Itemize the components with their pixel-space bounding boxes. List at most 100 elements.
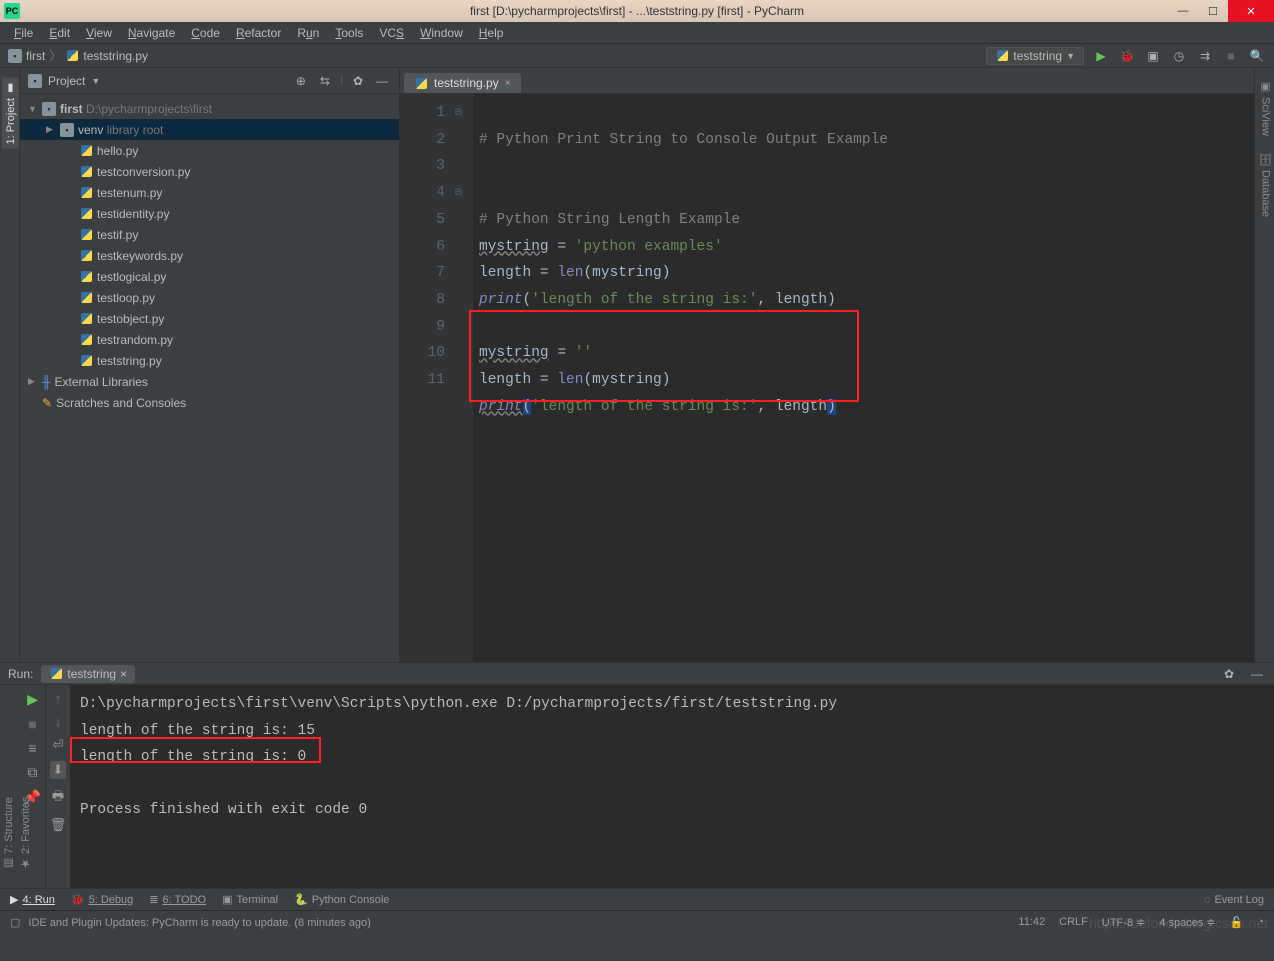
collapse-button[interactable]: ⇆ — [316, 72, 334, 90]
fold-gutter[interactable]: ⊟ ⊟ — [455, 94, 473, 662]
lock-icon[interactable]: 🔓 — [1230, 916, 1244, 929]
menu-refactor[interactable]: Refactor — [228, 24, 289, 42]
python-icon — [79, 291, 93, 305]
breadcrumb-project[interactable]: ▪first — [8, 49, 45, 63]
tree-scratches[interactable]: ✎Scratches and Consoles — [20, 392, 399, 413]
tree-file[interactable]: testidentity.py — [20, 203, 399, 224]
run-label: Run: — [8, 667, 33, 681]
debug-button[interactable]: 🐞 — [1118, 47, 1136, 65]
console-output[interactable]: D:\pycharmprojects\first\venv\Scripts\py… — [70, 685, 1274, 888]
run-button[interactable]: ▶ — [1092, 47, 1110, 65]
wrap-button[interactable]: ⏎ — [53, 737, 64, 753]
tree-file[interactable]: testif.py — [20, 224, 399, 245]
editor-tabstrip: teststring.py× — [400, 68, 1254, 94]
tree-file[interactable]: testenum.py — [20, 182, 399, 203]
menu-tools[interactable]: Tools — [327, 24, 371, 42]
stop-button[interactable]: ■ — [1222, 47, 1240, 65]
print-button[interactable]: 🖶 — [52, 787, 64, 809]
close-tab-icon[interactable]: × — [120, 667, 127, 681]
source[interactable]: # Python Print String to Console Output … — [473, 94, 1254, 662]
concurrency-button[interactable]: ⇉ — [1196, 47, 1214, 65]
python-icon — [65, 49, 79, 63]
editor: teststring.py× 1234567891011 ⊟ ⊟ # Pytho… — [400, 68, 1254, 662]
hide-button[interactable]: — — [373, 72, 391, 90]
line-gutter: 1234567891011 — [400, 94, 455, 662]
tree-file[interactable]: testconversion.py — [20, 161, 399, 182]
side-tab-structure[interactable]: ▤ 7: Structure — [0, 698, 17, 874]
hide-panel-icon[interactable]: — — [1248, 665, 1266, 683]
tab-debug[interactable]: 🐞 5: Debug — [71, 893, 133, 906]
tree-file[interactable]: testlogical.py — [20, 266, 399, 287]
status-message: IDE and Plugin Updates: PyCharm is ready… — [28, 917, 370, 929]
toolwin-settings-icon[interactable]: ✿ — [1220, 665, 1238, 683]
menu-navigate[interactable]: Navigate — [120, 24, 183, 42]
window-title: first [D:\pycharmprojects\first] - ...\t… — [470, 4, 804, 18]
maximize-button[interactable]: ☐ — [1198, 0, 1228, 22]
run-tab[interactable]: teststring× — [41, 665, 135, 683]
profile-button[interactable]: ◷ — [1170, 47, 1188, 65]
status-encoding[interactable]: UTF-8 ≑ — [1102, 916, 1145, 929]
menu-view[interactable]: View — [78, 24, 120, 42]
menu-help[interactable]: Help — [471, 24, 512, 42]
up-button[interactable]: ↑ — [55, 691, 62, 706]
tree-external-libs[interactable]: ▶╫External Libraries — [20, 371, 399, 392]
tree-file[interactable]: testloop.py — [20, 287, 399, 308]
tab-eventlog[interactable]: ◌ Event Log — [1204, 894, 1264, 906]
tree-file[interactable]: teststring.py — [20, 350, 399, 371]
scroll-button[interactable]: ⬇ — [50, 761, 67, 779]
status-indent[interactable]: 4 spaces ≑ — [1159, 916, 1215, 929]
annotation-box — [70, 737, 321, 763]
tab-todo[interactable]: ≣ 6: TODO — [149, 893, 206, 906]
trash-button[interactable]: 🗑 — [50, 817, 67, 833]
toolwindows-icon[interactable]: ▢ — [10, 916, 20, 929]
tree-root[interactable]: ▼▪first D:\pycharmprojects\first — [20, 98, 399, 119]
code-area[interactable]: 1234567891011 ⊟ ⊟ # Python Print String … — [400, 94, 1254, 662]
status-eol[interactable]: CRLF — [1059, 916, 1088, 929]
run-panel: Run: teststring× ✿— ▶ ■ ≡ ⧉ 📌 ↑ ↓ ⏎ ⬇ 🖶 … — [0, 662, 1274, 888]
left-tool-strip-lower: ★ 2: Favorites ▤ 7: Structure — [0, 698, 20, 878]
chevron-down-icon[interactable]: ▼ — [91, 76, 100, 86]
run-config-dropdown[interactable]: teststring▼ — [986, 47, 1084, 65]
menu-edit[interactable]: Edit — [41, 24, 78, 42]
side-tab-favorites[interactable]: ★ 2: Favorites — [17, 698, 34, 874]
project-tree[interactable]: ▼▪first D:\pycharmprojects\first ▶▪venv … — [20, 94, 399, 662]
project-pane: ▪Project ▼ ⊕ ⇆ | ✿ — ▼▪first D:\pycharmp… — [20, 68, 400, 662]
breadcrumb-file[interactable]: teststring.py — [65, 49, 148, 63]
side-tab-sciview[interactable]: ▣ SciView — [1257, 76, 1274, 140]
run-coverage-button[interactable]: ▣ — [1144, 47, 1162, 65]
menu-code[interactable]: Code — [183, 24, 228, 42]
app-logo: PC — [4, 3, 20, 19]
menu-file[interactable]: File — [6, 24, 41, 42]
menu-run[interactable]: Run — [289, 24, 327, 42]
tab-run[interactable]: ▶ 4: Run — [10, 893, 55, 906]
tree-file[interactable]: hello.py — [20, 140, 399, 161]
tree-file[interactable]: testobject.py — [20, 308, 399, 329]
side-tab-project[interactable]: 1: Project ▮ — [2, 78, 19, 149]
side-tab-database[interactable]: 🗄 Database — [1257, 148, 1274, 221]
close-button[interactable]: ✕ — [1228, 0, 1274, 22]
python-icon — [79, 144, 93, 158]
settings-button[interactable]: ✿ — [349, 72, 367, 90]
down-button[interactable]: ↓ — [55, 714, 62, 729]
menu-window[interactable]: Window — [412, 24, 471, 42]
run-sidebar-2: ↑ ↓ ⏎ ⬇ 🖶 🗑 — [45, 685, 70, 888]
search-everywhere-button[interactable]: 🔍 — [1248, 47, 1266, 65]
project-header[interactable]: Project — [48, 74, 85, 88]
tab-pyconsole[interactable]: 🐍 Python Console — [294, 893, 389, 906]
minimize-button[interactable]: — — [1168, 0, 1198, 22]
tree-venv[interactable]: ▶▪venv library root — [20, 119, 399, 140]
locate-button[interactable]: ⊕ — [292, 72, 310, 90]
python-icon — [79, 207, 93, 221]
widgets-icon[interactable]: ◔ — [1257, 916, 1264, 929]
tab-terminal[interactable]: ▣ Terminal — [222, 893, 278, 906]
right-tool-strip: ▣ SciView 🗄 Database — [1254, 68, 1274, 662]
status-caret[interactable]: 11:42 — [1018, 916, 1045, 929]
python-icon — [49, 667, 63, 681]
project-icon: ▪ — [28, 74, 42, 88]
tree-file[interactable]: testrandom.py — [20, 329, 399, 350]
tree-file[interactable]: testkeywords.py — [20, 245, 399, 266]
python-icon — [79, 165, 93, 179]
editor-tab[interactable]: teststring.py× — [404, 73, 521, 93]
close-tab-icon[interactable]: × — [505, 78, 511, 89]
menu-vcs[interactable]: VCS — [371, 24, 412, 42]
